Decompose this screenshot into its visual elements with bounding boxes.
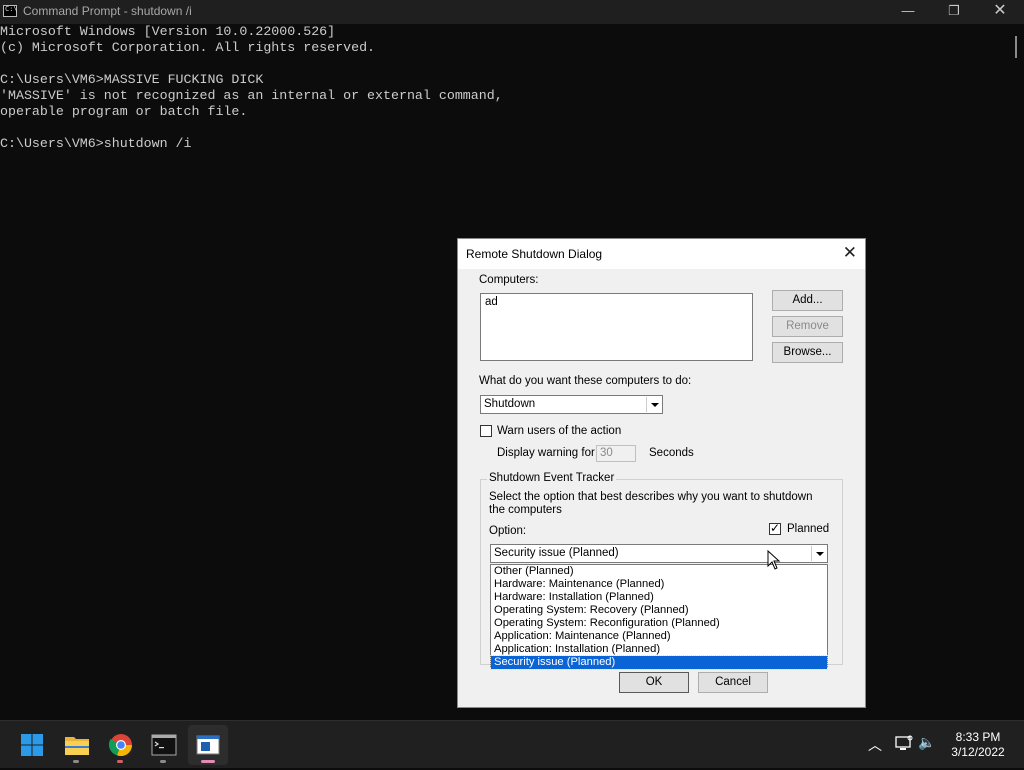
start-button[interactable]	[12, 725, 52, 765]
chevron-down-icon[interactable]	[646, 397, 661, 412]
dropdown-option[interactable]: Hardware: Installation (Planned)	[491, 591, 827, 604]
folder-icon	[65, 737, 89, 755]
taskbar: ︿ 🔈 8:33 PM 3/12/2022	[0, 720, 1024, 768]
planned-checkbox[interactable]	[769, 521, 781, 535]
network-icon[interactable]	[894, 735, 914, 753]
volume-icon[interactable]: 🔈	[918, 734, 935, 751]
scrollbar-thumb[interactable]	[1015, 36, 1017, 58]
console-line: operable program or batch file.	[0, 104, 248, 119]
console-scrollbar[interactable]	[1012, 24, 1020, 720]
close-window-button[interactable]: ✕	[977, 0, 1023, 24]
tracker-description: Select the option that best describes wh…	[489, 491, 813, 516]
dialog-window-icon	[196, 735, 220, 755]
console-line: 'MASSIVE' is not recognized as an intern…	[0, 88, 503, 103]
computers-label: Computers:	[479, 274, 539, 286]
console-title-bar[interactable]: Command Prompt - shutdown /i — ❐ ✕	[0, 0, 1024, 24]
dropdown-option[interactable]: Application: Maintenance (Planned)	[491, 630, 827, 643]
taskbar-clock[interactable]: 8:33 PM 3/12/2022	[940, 730, 1016, 760]
chrome-button[interactable]	[101, 725, 141, 765]
console-line: (c) Microsoft Corporation. All rights re…	[0, 40, 376, 55]
warn-users-checkbox[interactable]	[480, 425, 492, 437]
display-warning-label: Display warning for	[497, 447, 595, 459]
clock-time: 8:33 PM	[955, 730, 1001, 744]
running-indicator	[160, 760, 166, 763]
clock-date: 3/12/2022	[951, 745, 1005, 759]
computer-entry[interactable]: ad	[485, 296, 498, 308]
action-label: What do you want these computers to do:	[479, 375, 692, 387]
seconds-label: Seconds	[649, 447, 694, 459]
windows-logo-icon	[21, 734, 43, 756]
remote-shutdown-dialog: Remote Shutdown Dialog ✕ Computers: ad A…	[457, 238, 866, 708]
chevron-up-icon[interactable]: ︿	[868, 735, 882, 755]
dialog-close-button[interactable]: ✕	[843, 243, 857, 263]
warning-seconds-input[interactable]: 30	[596, 445, 636, 462]
window-title: Command Prompt - shutdown /i	[23, 4, 192, 18]
console-line: C:\Users\VM6>shutdown /i	[0, 136, 192, 151]
option-select-value: Security issue (Planned)	[494, 547, 619, 559]
chevron-down-icon[interactable]	[811, 546, 826, 561]
dropdown-option[interactable]: Application: Installation (Planned)	[491, 643, 827, 656]
action-select-value: Shutdown	[484, 398, 536, 410]
add-button[interactable]: Add...	[772, 290, 843, 311]
tracker-legend: Shutdown Event Tracker	[487, 472, 617, 484]
dropdown-option[interactable]: Operating System: Recovery (Planned)	[491, 604, 827, 617]
dialog-title-bar[interactable]: Remote Shutdown Dialog ✕	[458, 239, 865, 269]
mouse-cursor-icon	[767, 550, 781, 570]
dropdown-option-selected[interactable]: Security issue (Planned)	[490, 655, 828, 670]
terminal-icon	[151, 734, 177, 756]
file-explorer-button[interactable]	[57, 725, 97, 765]
remote-shutdown-taskbar-button[interactable]	[188, 725, 228, 765]
console-line: C:\Users\VM6>MASSIVE FUCKING DICK	[0, 72, 264, 87]
option-label: Option:	[489, 525, 527, 537]
warn-users-label: Warn users of the action	[497, 425, 622, 437]
remove-button[interactable]: Remove	[772, 316, 843, 337]
console-line: Microsoft Windows [Version 10.0.22000.52…	[0, 24, 336, 39]
running-indicator	[73, 760, 79, 763]
dropdown-option[interactable]: Operating System: Reconfiguration (Plann…	[491, 617, 827, 630]
browse-button[interactable]: Browse...	[772, 342, 843, 363]
running-indicator	[117, 760, 123, 763]
command-prompt-icon	[3, 5, 18, 17]
active-indicator	[201, 760, 215, 763]
computers-list[interactable]: ad	[480, 293, 753, 361]
maximize-button[interactable]: ❐	[931, 0, 977, 24]
minimize-button[interactable]: —	[885, 0, 931, 24]
dialog-title: Remote Shutdown Dialog	[466, 247, 603, 261]
chrome-icon	[108, 734, 133, 757]
dropdown-option[interactable]: Hardware: Maintenance (Planned)	[491, 578, 827, 591]
ok-button[interactable]: OK	[619, 672, 689, 693]
cancel-button[interactable]: Cancel	[698, 672, 768, 693]
planned-label: Planned	[787, 523, 830, 535]
action-select[interactable]: Shutdown	[480, 395, 663, 414]
option-dropdown-list[interactable]: Other (Planned) Hardware: Maintenance (P…	[490, 564, 828, 670]
command-prompt-taskbar-button[interactable]	[144, 725, 184, 765]
